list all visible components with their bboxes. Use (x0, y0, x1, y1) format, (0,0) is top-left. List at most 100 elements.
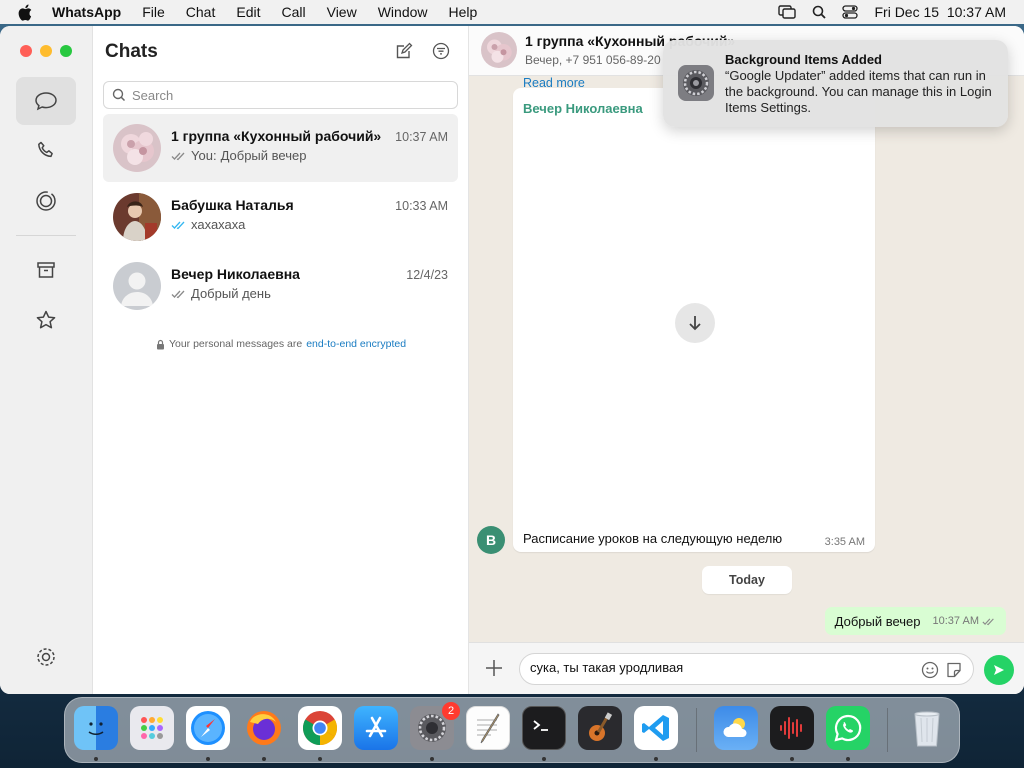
message-input[interactable] (530, 660, 910, 675)
firefox-icon[interactable] (242, 706, 286, 750)
weather-icon[interactable] (714, 706, 758, 750)
menu-edit[interactable]: Edit (236, 4, 260, 20)
search-icon (112, 88, 126, 102)
date-separator: Today (702, 566, 792, 594)
notification-badge: 2 (442, 702, 460, 720)
emoji-icon[interactable] (921, 661, 939, 679)
zoom-window-button[interactable] (60, 45, 72, 57)
arrow-down-icon (689, 316, 701, 331)
running-indicator (206, 757, 210, 761)
preview-text: Добрый день (191, 286, 271, 301)
chat-row[interactable]: Бабушка Наталья 10:33 AM хахахаха (103, 183, 458, 251)
whatsapp-dock-icon[interactable] (826, 706, 870, 750)
app-store-icon[interactable] (354, 706, 398, 750)
encryption-note: Your personal messages are end-to-end en… (93, 338, 469, 350)
finder-icon[interactable] (74, 706, 118, 750)
chat-row[interactable]: Вечер Николаевна 12/4/23 Добрый день (103, 252, 458, 320)
chat-time: 10:37 AM (395, 130, 448, 144)
sticker-icon[interactable] (945, 661, 963, 679)
chat-name: Вечер Николаевна (171, 266, 300, 282)
running-indicator (654, 757, 658, 761)
menu-window[interactable]: Window (378, 4, 428, 20)
voice-memos-icon[interactable] (770, 706, 814, 750)
status-icon (36, 191, 56, 211)
chat-row[interactable]: 1 группа «Кухонный рабочий» 10:37 AM You… (103, 114, 458, 182)
lock-icon (156, 339, 164, 349)
close-window-button[interactable] (20, 45, 32, 57)
double-check-icon (171, 290, 185, 298)
dock-divider (887, 708, 888, 752)
menu-clock[interactable]: Fri Dec 15 10:37 AM (874, 4, 1006, 20)
running-indicator (94, 757, 98, 761)
apple-menu-icon[interactable] (18, 4, 36, 21)
chat-name: Бабушка Наталья (171, 197, 294, 213)
outgoing-message[interactable]: Добрый вечер 10:37 AM (824, 607, 1006, 635)
send-arrow-icon (994, 665, 1004, 675)
running-indicator (846, 757, 850, 761)
download-button[interactable] (675, 303, 715, 343)
contact-avatar (113, 193, 161, 241)
conversation-subtitle: Вечер, +7 951 056-89-20 (525, 53, 661, 67)
garageband-icon[interactable] (578, 706, 622, 750)
message-sender-name[interactable]: Вечер Николаевна (523, 101, 643, 116)
menu-file[interactable]: File (142, 4, 165, 20)
rail-settings-button[interactable] (16, 633, 76, 681)
rail-calls-button[interactable] (16, 126, 76, 174)
menu-app-name[interactable]: WhatsApp (52, 4, 121, 20)
message-text: Расписание уроков на следующую неделю (523, 531, 783, 546)
outgoing-message-time: 10:37 AM (932, 615, 979, 627)
double-check-icon (982, 617, 994, 625)
outgoing-message-text: Добрый вечер (834, 613, 921, 629)
terminal-icon[interactable] (522, 706, 566, 750)
spotlight-search-icon[interactable] (812, 5, 827, 19)
chrome-icon[interactable] (298, 706, 342, 750)
rail-status-button[interactable] (16, 177, 76, 225)
dock: 2 (64, 697, 960, 763)
compose-icon (396, 42, 413, 59)
menu-help[interactable]: Help (449, 4, 478, 20)
archive-icon (37, 262, 55, 278)
trash-icon[interactable] (905, 706, 949, 750)
safari-icon[interactable] (186, 706, 230, 750)
double-check-icon (171, 152, 185, 160)
textedit-icon[interactable] (466, 706, 510, 750)
rail-chats-button[interactable] (16, 77, 76, 125)
read-more-link[interactable]: Read more (523, 76, 585, 90)
launchpad-icon[interactable] (130, 706, 174, 750)
attach-button[interactable] (483, 657, 505, 679)
search-bar (103, 81, 458, 109)
chat-bubble-icon (35, 92, 57, 111)
screen-mirroring-icon[interactable] (778, 5, 797, 19)
running-indicator (318, 757, 322, 761)
incoming-document-message[interactable]: Read more Вечер Николаевна Расписание ур… (513, 76, 875, 552)
sender-avatar[interactable]: B (477, 526, 505, 554)
chat-time: 12/4/23 (406, 268, 448, 282)
search-input[interactable] (132, 87, 432, 103)
left-rail (0, 26, 93, 694)
dock-divider (696, 708, 697, 752)
background-items-notification[interactable]: Background Items Added “Google Updater” … (663, 40, 1008, 127)
group-avatar (113, 124, 161, 172)
send-button[interactable] (984, 655, 1014, 685)
message-time: 3:35 AM (824, 536, 865, 548)
chat-preview: хахахаха (171, 217, 245, 232)
system-settings-icon (678, 65, 714, 101)
preview-sender: You: (191, 148, 217, 163)
control-center-icon[interactable] (842, 5, 859, 19)
chat-list-panel: Chats 1 группа «Кухонный рабочий» 10:37 … (93, 26, 469, 694)
new-chat-button[interactable] (393, 40, 415, 62)
encryption-link[interactable]: end-to-end encrypted (306, 338, 406, 350)
star-icon (36, 310, 56, 329)
minimize-window-button[interactable] (40, 45, 52, 57)
double-check-icon (171, 221, 185, 229)
vs-code-icon[interactable] (634, 706, 678, 750)
rail-archive-button[interactable] (16, 246, 76, 294)
rail-starred-button[interactable] (16, 296, 76, 344)
phone-icon (38, 141, 53, 158)
filter-chats-button[interactable] (430, 40, 452, 62)
menu-chat[interactable]: Chat (186, 4, 216, 20)
menu-call[interactable]: Call (281, 4, 305, 20)
filter-icon (432, 42, 450, 60)
message-composer (469, 642, 1024, 694)
menu-view[interactable]: View (327, 4, 357, 20)
